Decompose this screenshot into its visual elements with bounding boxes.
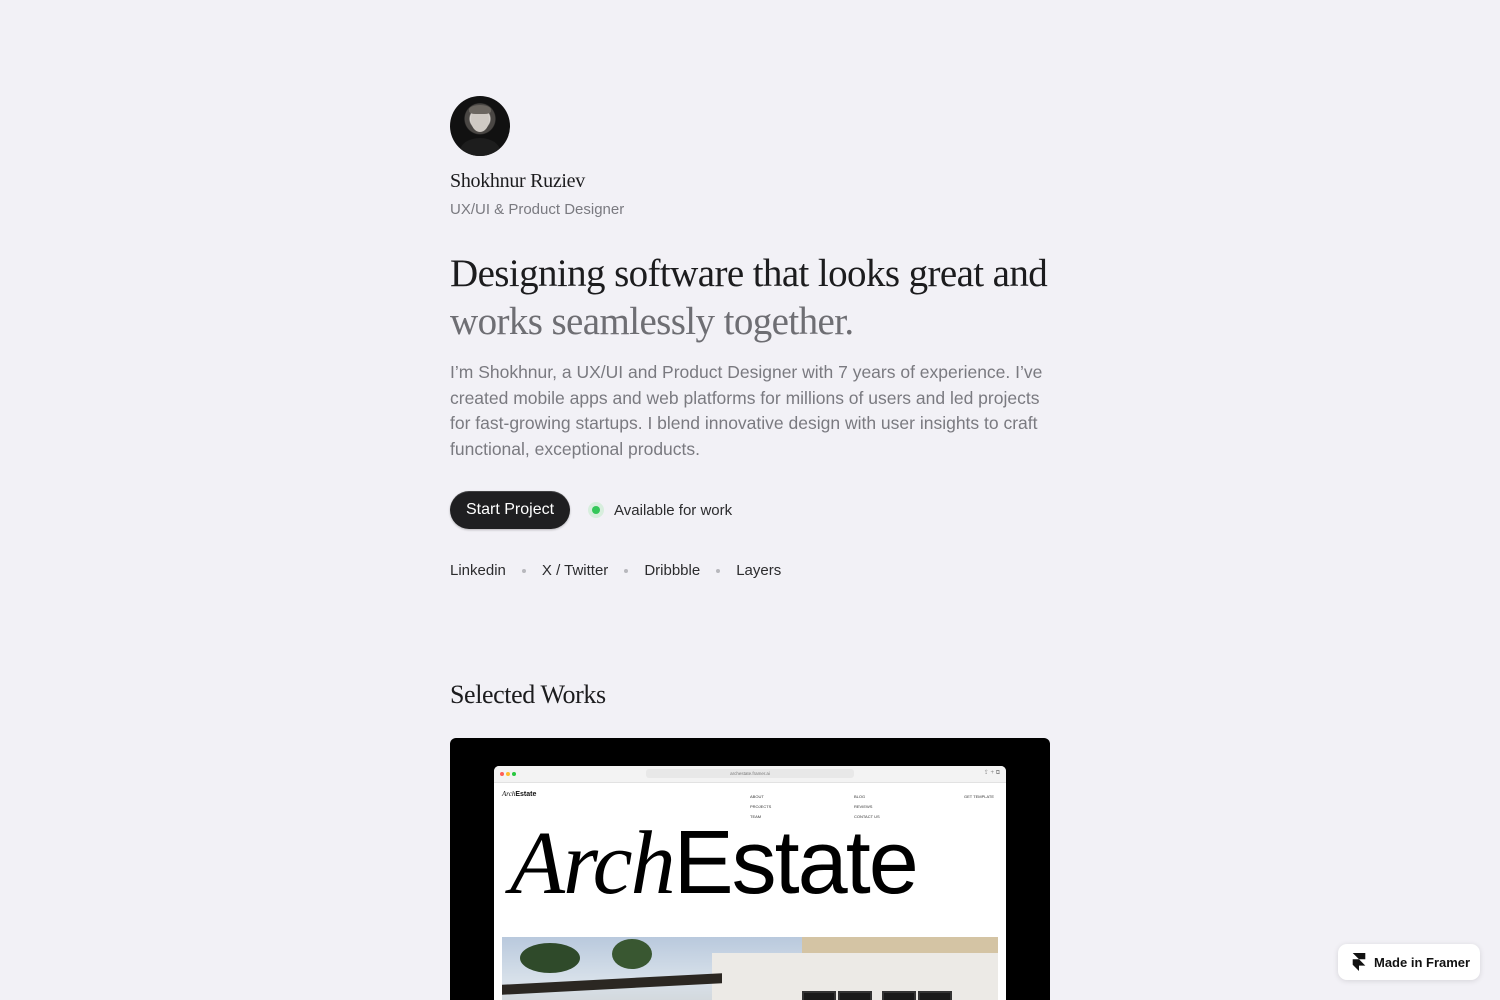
link-layers[interactable]: Layers: [736, 562, 781, 579]
start-project-button[interactable]: Start Project: [450, 491, 571, 529]
site-nav-cta: GET TEMPLATE: [964, 794, 995, 799]
link-dribbble[interactable]: Dribbble: [644, 562, 700, 579]
hero-bio: I’m Shokhnur, a UX/UI and Product Design…: [450, 362, 1043, 459]
close-dot-icon: [500, 772, 504, 776]
link-x-twitter[interactable]: X / Twitter: [542, 562, 608, 579]
made-in-framer-badge[interactable]: Made in Framer: [1338, 944, 1480, 980]
address-bar: archestate.framer.ai: [646, 769, 854, 778]
share-icon: ⇪ + ⧉: [983, 770, 1000, 776]
minimize-dot-icon: [506, 772, 510, 776]
avatar: [450, 96, 510, 156]
headline-dark: Designing software that looks great and: [450, 252, 1048, 295]
hero-headline: Designing software that looks great and …: [450, 250, 1050, 346]
avatar-hair-shape: [469, 105, 491, 114]
framer-logo-icon: [1352, 953, 1366, 971]
cta-row: Start Project Available for work: [450, 491, 1050, 529]
browser-toolbar: archestate.framer.ai ⇪ + ⧉: [494, 766, 1006, 783]
separator-dot: [624, 568, 629, 573]
site-logo: ArchEstate: [502, 790, 537, 798]
availability-status: Available for work: [588, 502, 732, 519]
status-label: Available for work: [614, 501, 733, 519]
house-photo: [502, 937, 998, 1000]
separator-dot: [716, 568, 721, 573]
status-dot-icon: [588, 502, 605, 518]
link-linkedin[interactable]: Linkedin: [450, 562, 506, 579]
browser-mockup: archestate.framer.ai ⇪ + ⧉ ArchEstate AB…: [494, 766, 1006, 1000]
profile-section: Shokhnur Ruziev UX/UI & Product Designer…: [450, 96, 1050, 579]
profile-role: UX/UI & Product Designer: [450, 201, 625, 218]
separator-dot: [521, 568, 526, 573]
maximize-dot-icon: [512, 772, 516, 776]
badge-label: Made in Framer: [1374, 954, 1471, 970]
social-links: Linkedin X / Twitter Dribbble Layers: [450, 562, 1050, 579]
site-hero-wordmark: ArchEstate: [510, 813, 919, 913]
selected-works-title: Selected Works: [450, 680, 606, 709]
avatar-body-shape: [460, 138, 500, 156]
project-card-archestate[interactable]: archestate.framer.ai ⇪ + ⧉ ArchEstate AB…: [450, 738, 1050, 1000]
headline-muted: works seamlessly together.: [450, 300, 854, 343]
profile-name: Shokhnur Ruziev: [450, 170, 585, 192]
